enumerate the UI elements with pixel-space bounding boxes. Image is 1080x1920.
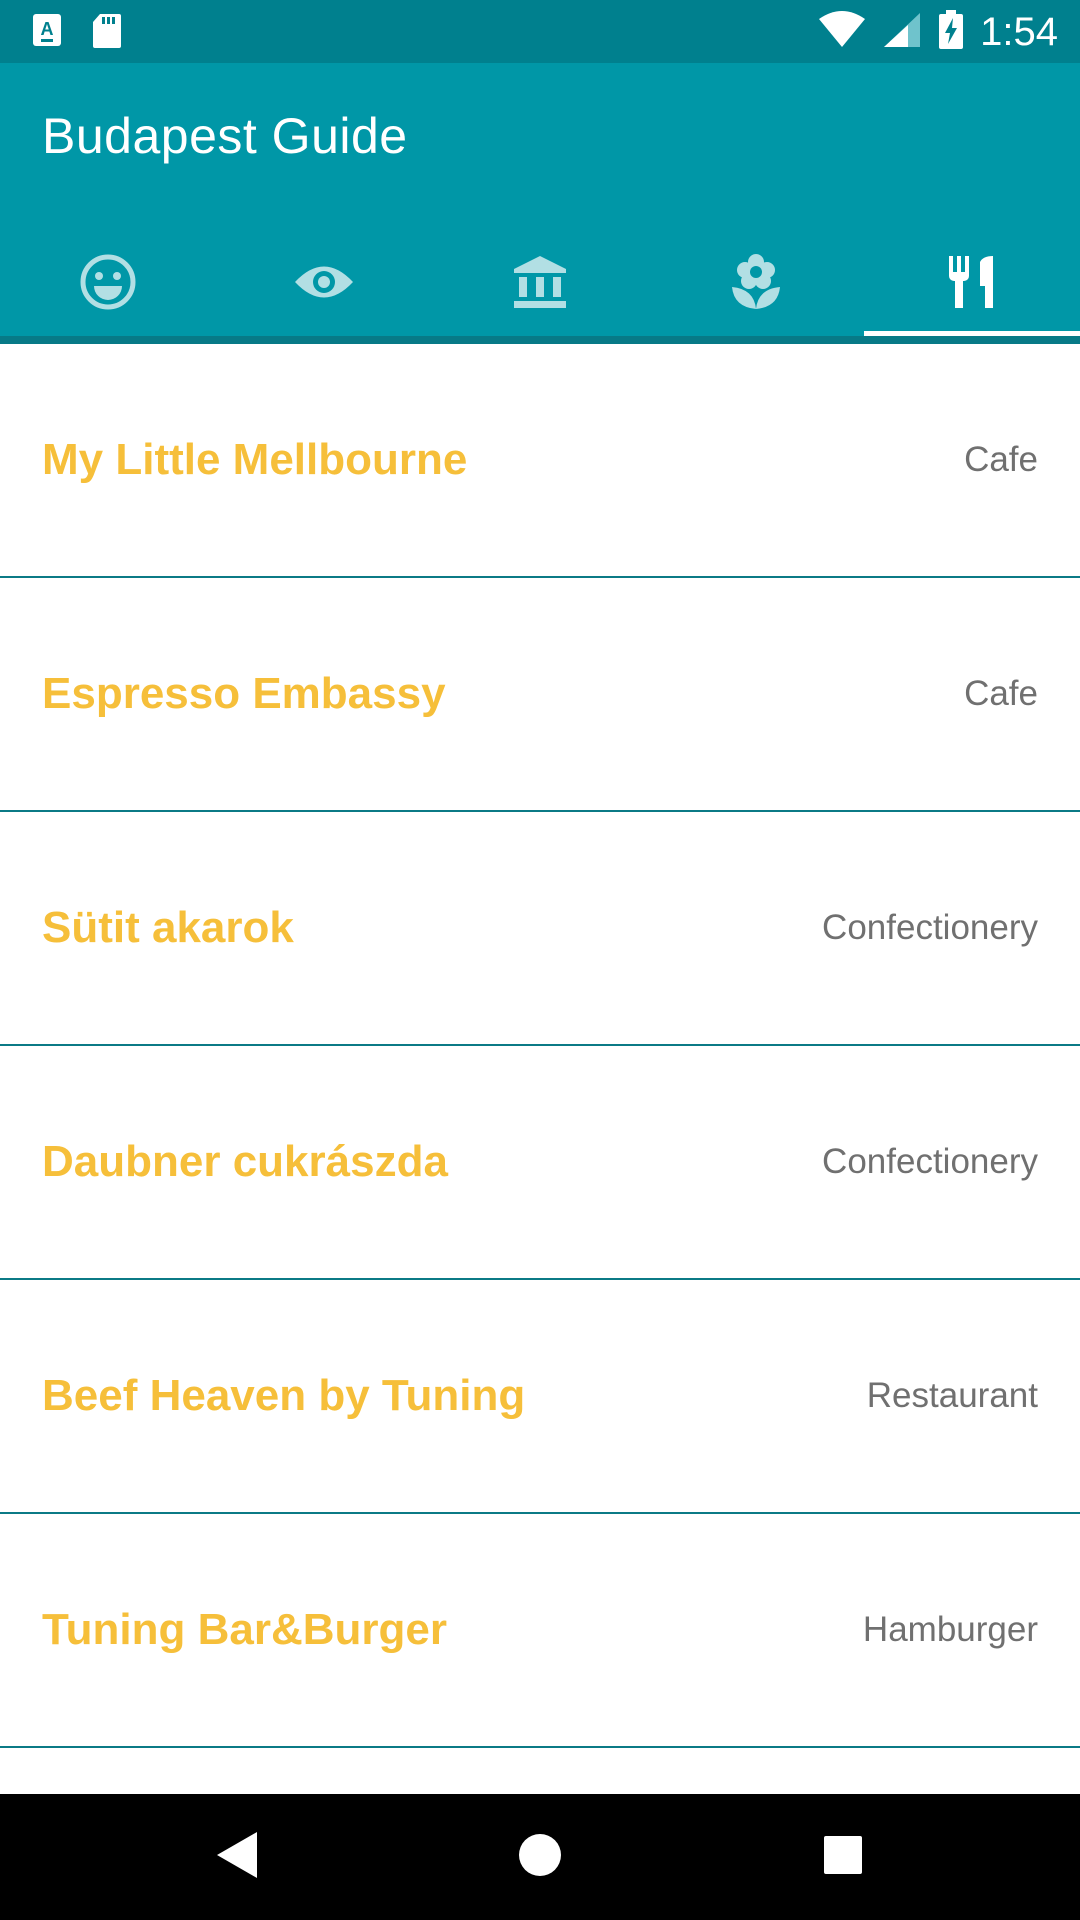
- place-category: Restaurant: [866, 1376, 1038, 1415]
- place-name: Tuning Bar&Burger: [42, 1605, 447, 1654]
- flower-icon: [730, 253, 782, 316]
- restaurant-icon: [947, 254, 997, 315]
- list-item[interactable]: My Little Mellbourne Cafe: [0, 344, 1080, 578]
- home-button[interactable]: [507, 1824, 573, 1890]
- wifi-icon: [818, 10, 866, 54]
- place-name: Sütit akarok: [42, 903, 294, 952]
- tab-sights[interactable]: [216, 233, 432, 336]
- place-name: Espresso Embassy: [42, 669, 446, 718]
- signal-icon: [882, 11, 922, 54]
- place-category: Cafe: [964, 440, 1038, 479]
- svg-text:A: A: [41, 19, 54, 39]
- place-name: My Little Mellbourne: [42, 435, 468, 484]
- place-category: Confectionery: [822, 1142, 1038, 1181]
- category-tabs: [0, 233, 1080, 336]
- recents-icon: [822, 1834, 864, 1881]
- tab-fun[interactable]: [0, 233, 216, 336]
- back-button[interactable]: [204, 1824, 270, 1890]
- list-item[interactable]: Sütit akarok Confectionery: [0, 812, 1080, 1046]
- list-item[interactable]: Daubner cukrászda Confectionery: [0, 1046, 1080, 1280]
- navigation-bar: [0, 1794, 1080, 1920]
- app-title: Budapest Guide: [42, 108, 408, 164]
- recents-button[interactable]: [810, 1824, 876, 1890]
- tab-parks[interactable]: [648, 233, 864, 336]
- list-item[interactable]: Tuning Bar&Burger Hamburger: [0, 1514, 1080, 1748]
- smiley-icon: [79, 253, 137, 316]
- home-icon: [517, 1832, 563, 1883]
- eye-icon: [293, 261, 355, 308]
- app-bar-shadow: [0, 336, 1080, 344]
- places-list: My Little Mellbourne Cafe Espresso Embas…: [0, 344, 1080, 1794]
- place-category: Confectionery: [822, 908, 1038, 947]
- list-item[interactable]: Beef Heaven by Tuning Restaurant: [0, 1280, 1080, 1514]
- sd-card-icon: [92, 13, 122, 54]
- app-bar: Budapest Guide: [0, 63, 1080, 336]
- place-category: Cafe: [964, 674, 1038, 713]
- museum-icon: [512, 254, 568, 315]
- place-category: Hamburger: [862, 1610, 1038, 1649]
- back-icon: [215, 1830, 259, 1885]
- clock: 1:54: [980, 10, 1058, 54]
- place-name: Daubner cukrászda: [42, 1137, 448, 1186]
- tab-restaurants[interactable]: [864, 233, 1080, 336]
- tab-museums[interactable]: [432, 233, 648, 336]
- a-notification-icon: A: [32, 13, 62, 54]
- status-bar: A 1:54: [0, 0, 1080, 63]
- place-name: Beef Heaven by Tuning: [42, 1371, 526, 1420]
- battery-charging-icon: [938, 9, 964, 55]
- list-item[interactable]: Espresso Embassy Cafe: [0, 578, 1080, 812]
